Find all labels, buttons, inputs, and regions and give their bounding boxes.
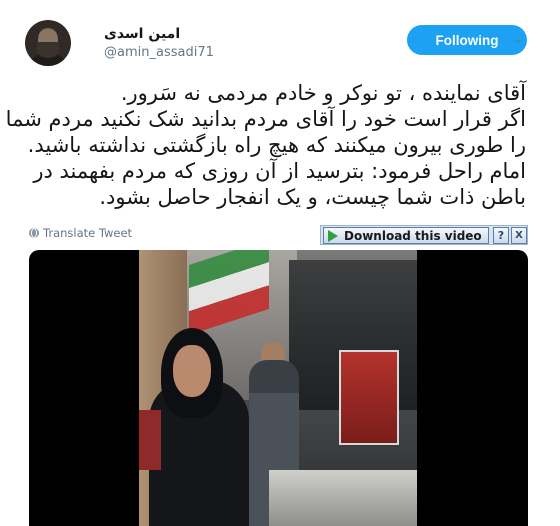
help-button[interactable]: ? [493,227,509,244]
tweet-text: آقای نماینده ، تو نوکر و خادم مردمی نه س… [5,80,526,210]
play-icon [328,229,338,242]
chevron-down-icon[interactable]: ⌄ [511,32,525,46]
video-player[interactable] [29,250,528,526]
following-button[interactable]: Following [407,25,527,55]
tweet-header: امین اسدی @amin_assadi71 Following ⌄ [25,20,540,70]
username[interactable]: @amin_assadi71 [104,45,214,60]
download-video-button[interactable]: Download this video [323,227,489,244]
tweet-line: را طوری بیرون میکنند که هیچ راه بازگشتی … [27,133,526,157]
download-label: Download this video [344,228,482,243]
translate-label: Translate Tweet [43,226,133,240]
video-frame [139,250,417,526]
download-toolbar: Download this video ? X [320,225,528,245]
close-button[interactable]: X [511,227,527,244]
globe-icon [29,228,39,238]
avatar[interactable] [25,20,71,66]
tweet-line: امام راحل فرمود: بترسید از آن روزی که مر… [33,159,526,183]
tweet-line: اگر قرار است خود را آقای مردم بدانید شک … [5,107,526,131]
tweet-line: آقای نماینده ، تو نوکر و خادم مردمی نه س… [120,81,526,105]
tweet-line: باطن ذات شما چیست، و یک انفجار حاصل بشود… [99,185,526,209]
display-name[interactable]: امین اسدی [104,26,180,42]
translate-tweet-link[interactable]: Translate Tweet [29,226,132,240]
